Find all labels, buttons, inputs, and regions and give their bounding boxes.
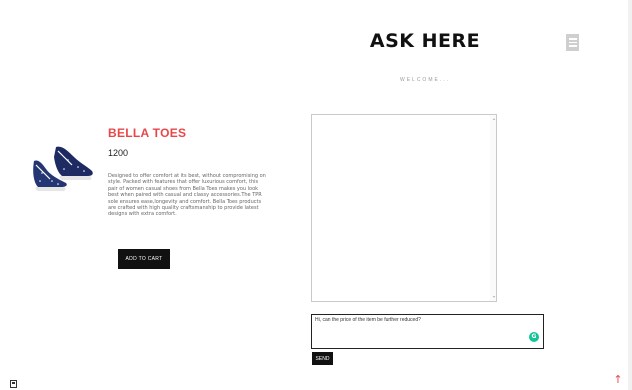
welcome-text: WELCOME... [399, 77, 450, 83]
send-button[interactable]: SEND [312, 352, 333, 365]
page-edge [628, 0, 632, 390]
message-input[interactable]: Hi, can the price of the item be further… [311, 314, 544, 349]
product-description: Designed to offer comfort at its best, w… [108, 173, 266, 218]
product-price: 1200 [108, 148, 129, 158]
scroll-up-icon[interactable] [493, 118, 495, 120]
page-corner-icon [10, 380, 17, 388]
sneaker-image [33, 146, 93, 191]
page-title: ASK HERE [369, 30, 481, 52]
chat-messages-area[interactable] [311, 114, 497, 302]
grammarly-icon[interactable]: G [529, 332, 539, 342]
hamburger-menu-icon[interactable] [566, 34, 579, 51]
product-name[interactable]: BELLA TOES [108, 126, 186, 140]
back-to-top-icon[interactable]: ↑ [612, 373, 624, 387]
chat-scrollbar[interactable] [490, 115, 496, 301]
scroll-down-icon[interactable] [493, 296, 495, 298]
add-to-cart-button[interactable]: ADD TO CART [118, 249, 170, 269]
